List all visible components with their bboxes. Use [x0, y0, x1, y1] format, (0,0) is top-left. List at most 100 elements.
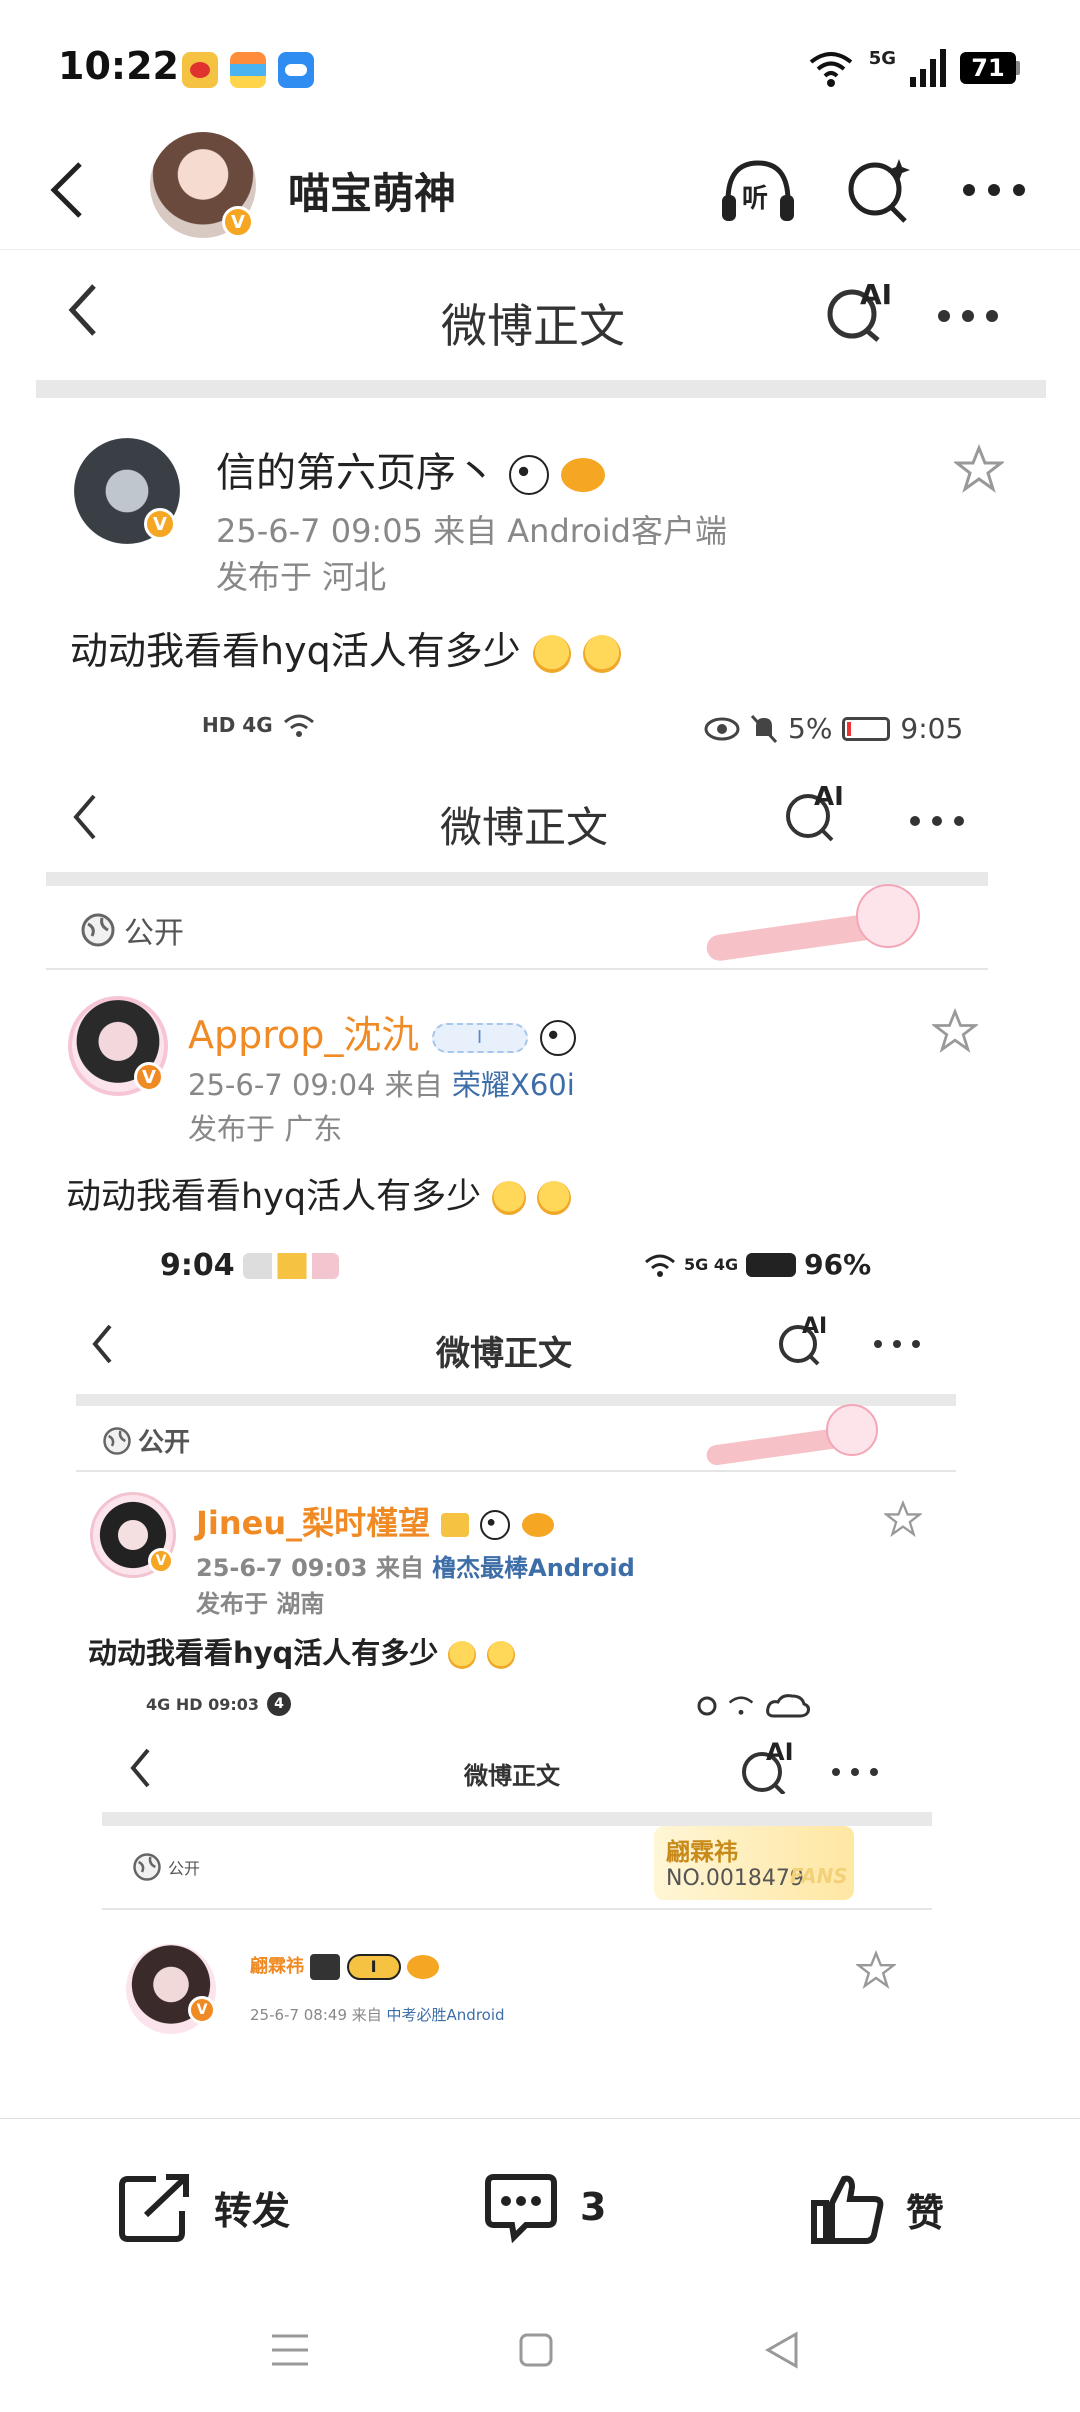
- chevron-left-icon[interactable]: [66, 282, 100, 338]
- like-label: 赞: [906, 2190, 945, 2235]
- level1-meta: 25-6-7 09:05 来自 Android客户端: [216, 512, 727, 550]
- verified-badge: V: [148, 1548, 174, 1574]
- more-icon: [963, 184, 1025, 196]
- battery-level: 71: [971, 54, 1005, 82]
- menu-icon: [272, 2334, 308, 2366]
- eye-icon: [704, 717, 740, 740]
- panda-icon: [480, 1510, 511, 1540]
- share-icon: [119, 2174, 189, 2242]
- hug-emoji-icon: [486, 1641, 515, 1669]
- star-icon[interactable]: [856, 1950, 896, 1990]
- member-badge-icon: I: [431, 1022, 528, 1053]
- level1-nav-title: 微博正文: [441, 299, 625, 353]
- wallet-icon: [230, 52, 266, 88]
- level4-public: 公开: [132, 1852, 200, 1882]
- crown-icon: [310, 1954, 341, 1980]
- panda-icon: [508, 455, 549, 495]
- listen-button[interactable]: 听: [716, 148, 800, 232]
- more-icon[interactable]: [830, 1766, 880, 1778]
- level1-status-right: 5% 9:05: [704, 712, 963, 745]
- level2-author[interactable]: Approp_沈氿 I: [188, 1004, 576, 1059]
- cloud-icon: [278, 52, 314, 88]
- more-icon[interactable]: [936, 308, 1000, 324]
- menu-button[interactable]: [260, 2320, 320, 2380]
- level3-public: 公开: [102, 1422, 190, 1459]
- system-nav-bar: [0, 2290, 1080, 2412]
- level2-text: 动动我看看hyq活人有多少: [66, 1168, 572, 1219]
- level2-ai-icon[interactable]: AI: [782, 782, 846, 842]
- notification-count-badge: 4: [267, 1692, 292, 1716]
- chevron-left-icon[interactable]: [128, 1746, 154, 1790]
- comment-count: 3: [580, 2185, 607, 2229]
- home-button[interactable]: [506, 2320, 566, 2380]
- hug-emoji-icon: [492, 1181, 527, 1215]
- thumbs-up-icon: [811, 2175, 884, 2244]
- level4-ai-icon[interactable]: AI: [738, 1738, 798, 1796]
- more-icon[interactable]: [908, 814, 966, 828]
- level2-status-right: 5G 4G 96%: [644, 1248, 871, 1281]
- chevron-left-icon[interactable]: [70, 792, 100, 842]
- level4-author[interactable]: 翩霖祎 I: [250, 1952, 439, 1980]
- wifi-icon: [728, 1696, 754, 1715]
- level1-text: 动动我看看hyq活人有多少: [70, 620, 621, 675]
- level2-screen: 微博正文 AI 公开 V Approp_沈氿 I 25-6-7 09:04 来自…: [46, 772, 1036, 2112]
- like-button[interactable]: 赞: [808, 2171, 944, 2247]
- star-icon[interactable]: [884, 1500, 922, 1538]
- globe-icon: [81, 913, 115, 947]
- back-button[interactable]: [36, 158, 100, 222]
- level3-meta: 25-6-7 09:03 来自 橹杰最棒Android: [196, 1554, 635, 1582]
- network-type: 5G: [868, 47, 896, 69]
- action-bar: 转发 3 赞: [0, 2118, 1080, 2288]
- chevron-left-icon[interactable]: [90, 1322, 116, 1366]
- globe-icon: [133, 1853, 161, 1881]
- member-badge-icon: I: [346, 1954, 401, 1980]
- status-right: 5G 71: [807, 48, 1020, 88]
- level3-status-bar: 4G HD 09:03 4: [146, 1692, 292, 1716]
- level3-author[interactable]: Jineu_梨时槿望: [196, 1498, 554, 1544]
- comment-icon: [485, 2174, 557, 2243]
- more-button[interactable]: [952, 148, 1036, 232]
- ribbon-sticker: [705, 1400, 906, 1472]
- level1-author[interactable]: 信的第六页序丶: [216, 440, 606, 498]
- level2-status-bar: 9:04: [160, 1248, 339, 1283]
- back-triangle-icon: [764, 2331, 798, 2369]
- chevron-left-icon: [50, 162, 82, 218]
- fish-icon: [521, 1513, 554, 1537]
- ai-search-button[interactable]: [838, 148, 922, 232]
- listen-label: 听: [742, 184, 769, 214]
- post-image[interactable]: 微博正文 AI V 信的第六页序丶 25-6-7 09:05 来自 Androi…: [0, 252, 1080, 2112]
- level2-public: 公开: [80, 908, 184, 952]
- battery-low-icon: [842, 716, 891, 741]
- level3-ai-icon[interactable]: AI: [776, 1314, 830, 1366]
- system-back-button[interactable]: [752, 2320, 812, 2380]
- level3-text: 动动我看看hyq活人有多少: [88, 1630, 515, 1672]
- level2-meta: 25-6-7 09:04 来自 荣耀X60i: [188, 1068, 575, 1102]
- level4-screen: 微博正文 AI 公开 翩霖祎 NO.0018479 FANS V 翩霖祎 I 2…: [102, 1732, 932, 2112]
- repost-button[interactable]: 转发: [116, 2171, 290, 2243]
- verified-badge: V: [222, 206, 254, 238]
- fish-icon: [561, 458, 606, 492]
- battery-indicator: 71: [960, 52, 1020, 84]
- fan-badge: 翩霖祎 NO.0018479 FANS: [654, 1826, 854, 1900]
- status-app-icons: [242, 1252, 339, 1279]
- page-title: 喵宝萌神: [288, 169, 457, 218]
- more-icon[interactable]: [872, 1338, 922, 1350]
- comment-button[interactable]: 3: [482, 2171, 606, 2243]
- verified-badge: V: [134, 1062, 164, 1092]
- star-icon[interactable]: [932, 1008, 978, 1054]
- star-icon[interactable]: [954, 444, 1004, 494]
- hug-emoji-icon: [582, 634, 621, 673]
- crown-icon: [441, 1513, 470, 1537]
- fish-icon: [406, 1955, 439, 1979]
- level1-location: 发布于 河北: [216, 558, 387, 596]
- hug-emoji-icon: [532, 634, 571, 673]
- repost-label: 转发: [214, 2188, 291, 2233]
- level3-nav-title: 微博正文: [436, 1334, 572, 1374]
- level1-ai-icon[interactable]: AI: [824, 278, 894, 342]
- hug-emoji-icon: [537, 1181, 572, 1215]
- status-time: 10:22: [58, 44, 179, 88]
- alarm-icon: [697, 1696, 717, 1716]
- cloud-icon: [766, 1694, 810, 1718]
- level3-status-right: [696, 1692, 812, 1718]
- panda-icon: [539, 1019, 576, 1056]
